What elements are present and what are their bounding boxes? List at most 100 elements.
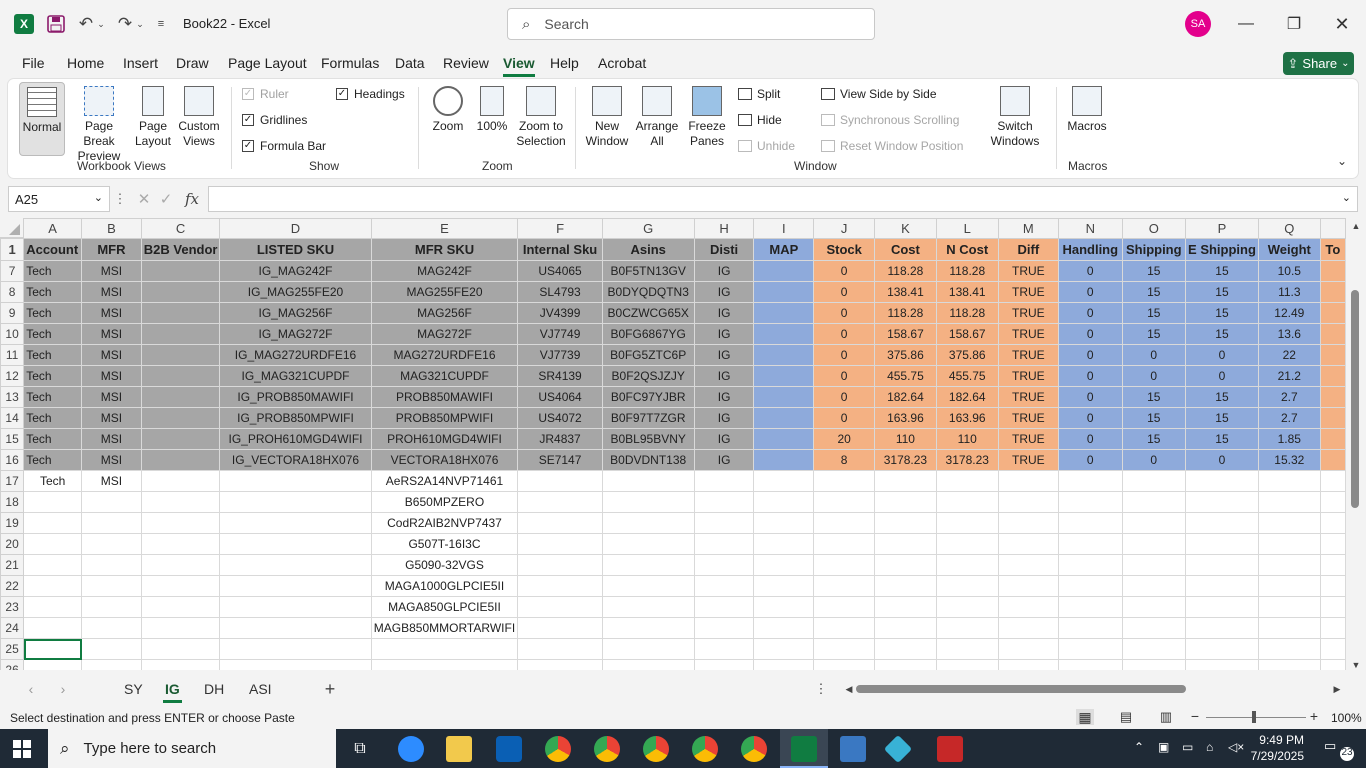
cell[interactable] xyxy=(1058,554,1123,576)
cell[interactable] xyxy=(1319,386,1346,408)
row-header[interactable]: 13 xyxy=(0,386,25,408)
page-layout-status-icon[interactable]: ▤ xyxy=(1117,709,1135,725)
cell[interactable] xyxy=(81,533,142,555)
column-header[interactable]: O xyxy=(1121,218,1187,239)
cell[interactable] xyxy=(140,449,221,471)
app-diamond-icon[interactable] xyxy=(883,734,913,764)
cell[interactable]: 15.32 xyxy=(1257,449,1321,471)
cell[interactable] xyxy=(219,638,372,660)
column-header[interactable]: B xyxy=(81,218,142,239)
cell[interactable]: Tech xyxy=(23,302,83,324)
scroll-right-icon[interactable]: ▶ xyxy=(1332,683,1342,695)
cell[interactable] xyxy=(1257,491,1321,513)
cell[interactable]: 12.49 xyxy=(1257,302,1321,324)
page-break-status-icon[interactable]: ▥ xyxy=(1157,709,1175,725)
cell[interactable] xyxy=(601,554,695,576)
cell[interactable]: IG_PROB850MPWIFI xyxy=(219,407,372,429)
cell[interactable] xyxy=(81,491,142,513)
column-header[interactable]: D xyxy=(219,218,372,239)
cell[interactable]: 15 xyxy=(1185,302,1259,324)
gridlines-checkbox[interactable]: ✓ Gridlines xyxy=(242,113,307,127)
cell[interactable] xyxy=(1319,638,1346,660)
cell[interactable]: MAG321CUPDF xyxy=(370,365,519,387)
cell[interactable]: 138.41 xyxy=(874,281,937,303)
cell[interactable] xyxy=(601,470,695,492)
unhide-button[interactable]: Unhide xyxy=(738,139,795,153)
worksheet-grid[interactable]: A B C D E F G H I J K L M N O P Q 1 Account MFR B2B Vendor LI… xyxy=(0,218,1346,670)
cell[interactable] xyxy=(1319,449,1346,471)
search-input[interactable]: ⌕ Search xyxy=(507,8,875,40)
cell[interactable]: MSI xyxy=(81,323,142,345)
cell[interactable] xyxy=(1121,491,1187,513)
cell[interactable]: US4065 xyxy=(517,260,603,282)
cell[interactable] xyxy=(693,512,755,534)
new-sheet-icon[interactable]: + xyxy=(322,679,338,699)
clock-date[interactable]: 7/29/2025 xyxy=(1250,749,1304,763)
redo-dropdown-icon[interactable]: ⌄ xyxy=(135,15,145,33)
cell[interactable]: 0 xyxy=(1058,449,1123,471)
column-header[interactable]: C xyxy=(140,218,221,239)
tab-page-layout[interactable]: Page Layout xyxy=(228,55,307,71)
cell[interactable]: MAP xyxy=(753,238,815,261)
cell[interactable]: 21.2 xyxy=(1257,365,1321,387)
cell[interactable] xyxy=(1058,638,1123,660)
cell[interactable] xyxy=(753,323,815,345)
cell[interactable] xyxy=(517,533,603,555)
cell[interactable] xyxy=(140,575,221,597)
cell[interactable]: IG xyxy=(693,428,755,450)
column-header[interactable] xyxy=(1319,218,1346,239)
cell[interactable] xyxy=(813,575,875,597)
cell[interactable]: VJ7749 xyxy=(517,323,603,345)
cell[interactable]: IG xyxy=(693,449,755,471)
cell[interactable]: MAG272URDFE16 xyxy=(370,344,519,366)
cell[interactable] xyxy=(1319,365,1346,387)
cell[interactable]: 2.7 xyxy=(1257,407,1321,429)
cell[interactable]: TRUE xyxy=(997,449,1060,471)
zoom-to-selection-button[interactable]: Zoom to Selection xyxy=(514,86,568,149)
formula-input[interactable]: ⌄ xyxy=(208,186,1358,212)
cell[interactable]: VJ7739 xyxy=(517,344,603,366)
cell[interactable]: TRUE xyxy=(997,428,1060,450)
cell[interactable]: B0FC97YJBR xyxy=(601,386,695,408)
cell[interactable] xyxy=(1319,554,1346,576)
cell[interactable] xyxy=(693,554,755,576)
cell[interactable]: E Shipping xyxy=(1185,238,1259,261)
close-icon[interactable]: ✕ xyxy=(1327,12,1357,36)
cell[interactable] xyxy=(997,596,1060,618)
cell[interactable] xyxy=(140,659,221,670)
cell[interactable]: 0 xyxy=(813,386,875,408)
cell[interactable]: Tech xyxy=(23,449,83,471)
cell[interactable] xyxy=(753,596,815,618)
cell[interactable]: MAGA850GLPCIE5II xyxy=(370,596,519,618)
horizontal-scrollbar[interactable]: ◀ ▶ xyxy=(844,682,1344,696)
cell[interactable]: 15 xyxy=(1121,386,1187,408)
cell[interactable] xyxy=(935,638,999,660)
horizontal-scroll-thumb[interactable] xyxy=(856,685,1186,693)
cell[interactable] xyxy=(997,470,1060,492)
cell[interactable]: B0DYQDQTN3 xyxy=(601,281,695,303)
row-header[interactable]: 21 xyxy=(0,554,25,576)
meet-now-icon[interactable]: ▣ xyxy=(1158,740,1169,754)
cell[interactable]: 3178.23 xyxy=(935,449,999,471)
cell[interactable]: N Cost xyxy=(935,238,999,261)
cell[interactable]: IG_MAG321CUPDF xyxy=(219,365,372,387)
cell[interactable] xyxy=(1319,659,1346,670)
cell[interactable] xyxy=(874,533,937,555)
cell[interactable] xyxy=(1257,596,1321,618)
cell[interactable] xyxy=(1185,554,1259,576)
cell[interactable] xyxy=(1257,533,1321,555)
cell[interactable]: 15 xyxy=(1121,428,1187,450)
cell[interactable] xyxy=(219,659,372,670)
cell[interactable]: Weight xyxy=(1257,238,1321,261)
column-header[interactable]: G xyxy=(601,218,695,239)
column-header[interactable]: J xyxy=(813,218,875,239)
cell[interactable] xyxy=(693,638,755,660)
scroll-up-icon[interactable]: ▲ xyxy=(1350,220,1362,232)
cell[interactable]: Handling xyxy=(1058,238,1123,261)
restore-icon[interactable]: ❐ xyxy=(1279,12,1309,36)
cell[interactable]: Stock xyxy=(813,238,875,261)
cell[interactable] xyxy=(813,491,875,513)
cell[interactable] xyxy=(874,491,937,513)
cell[interactable]: US4072 xyxy=(517,407,603,429)
cell[interactable]: 15 xyxy=(1185,281,1259,303)
